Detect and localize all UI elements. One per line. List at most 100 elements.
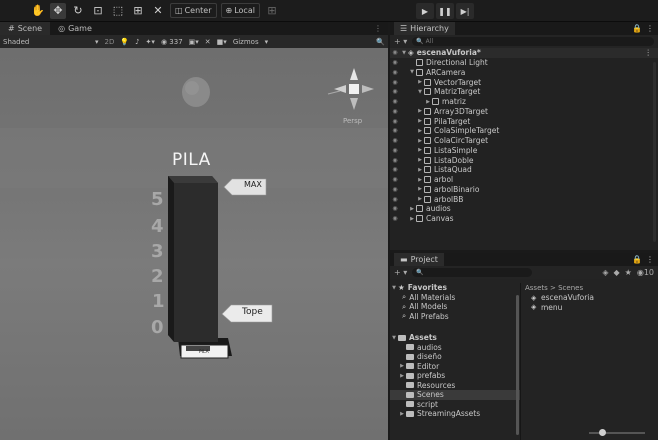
rotate-tool-icon[interactable]: ↻ (70, 3, 86, 19)
pivot-center-toggle[interactable]: ◫ Center (170, 3, 217, 18)
visibility-icon[interactable]: ◉ (390, 79, 400, 86)
hierarchy-item[interactable]: ◉ ▶ arbol (390, 175, 658, 185)
asset-folder-row[interactable]: Scenes (390, 390, 520, 400)
expand-arrow-icon[interactable]: ▶ (398, 373, 406, 379)
hierarchy-item[interactable]: ◉ Directional Light (390, 58, 658, 68)
visibility-icon[interactable]: ◉ (390, 147, 400, 154)
hierarchy-item[interactable]: ◉ ▼ MatrizTarget (390, 87, 658, 97)
project-tree-scrollbar[interactable] (516, 295, 519, 435)
asset-folder-row[interactable]: ▶ StreamingAssets (390, 409, 520, 419)
icon-size-slider[interactable] (589, 429, 645, 436)
breadcrumb-text[interactable]: Assets > Scenes (525, 284, 583, 292)
lighting-toggle-icon[interactable]: 💡 (120, 38, 129, 46)
visibility-icon[interactable]: ◉ (390, 98, 400, 105)
asset-folder-row[interactable]: diseño (390, 352, 520, 362)
favorite-star-icon[interactable]: ★ (625, 268, 632, 277)
expand-arrow-icon[interactable]: ▶ (416, 108, 424, 114)
draw-mode-icon[interactable]: ■▾ (217, 38, 227, 46)
favorite-item[interactable]: ⌕ All Materials (390, 292, 520, 303)
gizmos-dropdown-arrow-icon[interactable]: ▾ (265, 38, 269, 46)
grid-snap-icon[interactable]: ⊞ (264, 3, 280, 19)
tools-icon[interactable]: ✕ (205, 38, 211, 46)
visibility-icon[interactable]: ◉ (390, 59, 400, 66)
effects-dropdown-icon[interactable]: ✦▾ (146, 38, 155, 46)
tab-scene[interactable]: # Scene (0, 22, 51, 35)
visibility-icon[interactable]: ◉ (390, 88, 400, 95)
pause-button[interactable]: ❚❚ (436, 3, 454, 19)
shading-mode-dropdown[interactable]: Shaded (3, 38, 89, 46)
scene-search-icon[interactable]: 🔍 (376, 38, 385, 46)
expand-arrow-icon[interactable]: ▶ (416, 167, 424, 173)
visibility-icon[interactable]: ◉ (390, 166, 400, 173)
filter-by-label-icon[interactable]: ◆ (614, 268, 620, 277)
hierarchy-item[interactable]: ◉ ▼ ARCamera (390, 68, 658, 78)
asset-folder-row[interactable]: Resources (390, 381, 520, 391)
expand-arrow-icon[interactable]: ▶ (416, 138, 424, 144)
expand-arrow-icon[interactable]: ▶ (416, 186, 424, 192)
favorites-expand-icon[interactable]: ▼ (390, 285, 398, 291)
expand-arrow-icon[interactable]: ▶ (416, 147, 424, 153)
tab-game[interactable]: ◎ Game (50, 22, 100, 35)
expand-arrow-icon[interactable]: ▼ (400, 50, 408, 56)
hierarchy-item[interactable]: ◉ ▶ audios (390, 204, 658, 214)
hierarchy-item[interactable]: ◉ ▶ matriz (390, 97, 658, 107)
expand-arrow-icon[interactable]: ▼ (408, 69, 416, 75)
hierarchy-menu-icon[interactable]: ⋮ (646, 24, 654, 33)
expand-arrow-icon[interactable]: ▶ (408, 206, 416, 212)
hierarchy-root-row[interactable]: ◉ ▼ ◈ escenaVuforia* ⋮ (390, 48, 658, 58)
expand-arrow-icon[interactable]: ▶ (424, 99, 432, 105)
mode-2d-toggle[interactable]: 2D (105, 38, 115, 46)
hierarchy-item[interactable]: ◉ ▶ VectorTarget (390, 77, 658, 87)
gizmos-dropdown[interactable]: Gizmos (233, 38, 259, 46)
hierarchy-scrollbar[interactable] (653, 62, 656, 242)
asset-folder-row[interactable]: audios (390, 343, 520, 353)
favorites-row[interactable]: ▼ ★ Favorites (390, 283, 520, 293)
visibility-icon[interactable]: ◉ (390, 127, 400, 134)
visibility-icon[interactable]: ◉ (390, 157, 400, 164)
orientation-gizmo[interactable] (327, 68, 374, 110)
file-item[interactable]: ◈ escenaVuforia (521, 293, 658, 303)
hierarchy-item[interactable]: ◉ ▶ PilaTarget (390, 116, 658, 126)
expand-arrow-icon[interactable]: ▶ (416, 196, 424, 202)
hierarchy-item[interactable]: ◉ ▶ ColaCircTarget (390, 136, 658, 146)
favorite-item[interactable]: ⌕ All Prefabs (390, 311, 520, 322)
visibility-icon[interactable]: ◉ (390, 118, 400, 125)
visibility-icon[interactable]: ◉ (390, 176, 400, 183)
camera-settings-icon[interactable]: ▣▾ (189, 38, 199, 46)
hierarchy-lock-icon[interactable]: 🔒 (632, 24, 642, 33)
pivot-local-toggle[interactable]: ⊕ Local (220, 3, 260, 18)
icon-size-slider-thumb[interactable] (599, 429, 606, 436)
hierarchy-item[interactable]: ◉ ▶ Array3DTarget (390, 107, 658, 117)
assets-root-row[interactable]: ▼ Assets (390, 333, 520, 343)
filter-by-type-icon[interactable]: ◈ (602, 268, 608, 277)
visibility-icon[interactable]: ◉ (390, 215, 400, 222)
expand-arrow-icon[interactable]: ▶ (416, 157, 424, 163)
file-item[interactable]: ◈ menu (521, 303, 658, 313)
hidden-packages-counter[interactable]: ◉10 (637, 268, 654, 277)
asset-folder-row[interactable]: script (390, 400, 520, 410)
rect-tool-icon[interactable]: ⬚ (110, 3, 126, 19)
asset-folder-row[interactable]: ▶ prefabs (390, 371, 520, 381)
move-tool-icon[interactable]: ✥ (50, 2, 66, 19)
expand-arrow-icon[interactable]: ▶ (416, 118, 424, 124)
scene-viewport[interactable]: PILA MAX Tope PILA Persp 5 4 3 2 1 0 (0, 48, 388, 440)
visibility-icon[interactable]: ◉ (390, 69, 400, 76)
expand-arrow-icon[interactable]: ▶ (408, 216, 416, 222)
expand-arrow-icon[interactable]: ▶ (398, 411, 406, 417)
visibility-icon[interactable]: ◉ (390, 205, 400, 212)
hierarchy-item[interactable]: ◉ ▶ Canvas (390, 214, 658, 224)
tab-project[interactable]: ▬ Project (394, 253, 444, 266)
play-button[interactable]: ▶ (416, 3, 434, 19)
hierarchy-item[interactable]: ◉ ▶ arbolBinario (390, 185, 658, 195)
project-menu-icon[interactable]: ⋮ (646, 255, 654, 264)
expand-arrow-icon[interactable]: ▶ (416, 79, 424, 85)
hidden-objects-counter[interactable]: ◉ 337 (161, 38, 183, 46)
expand-arrow-icon[interactable]: ▶ (416, 128, 424, 134)
hand-tool-icon[interactable]: ✋ (30, 3, 46, 19)
audio-toggle-icon[interactable]: ♪ (135, 38, 139, 46)
expand-arrow-icon[interactable]: ▼ (416, 89, 424, 95)
visibility-icon[interactable]: ◉ (390, 186, 400, 193)
hierarchy-item[interactable]: ◉ ▶ ColaSimpleTarget (390, 126, 658, 136)
transform-tool-icon[interactable]: ⊞ (130, 3, 146, 19)
custom-tool-icon[interactable]: ✕ (150, 3, 166, 19)
